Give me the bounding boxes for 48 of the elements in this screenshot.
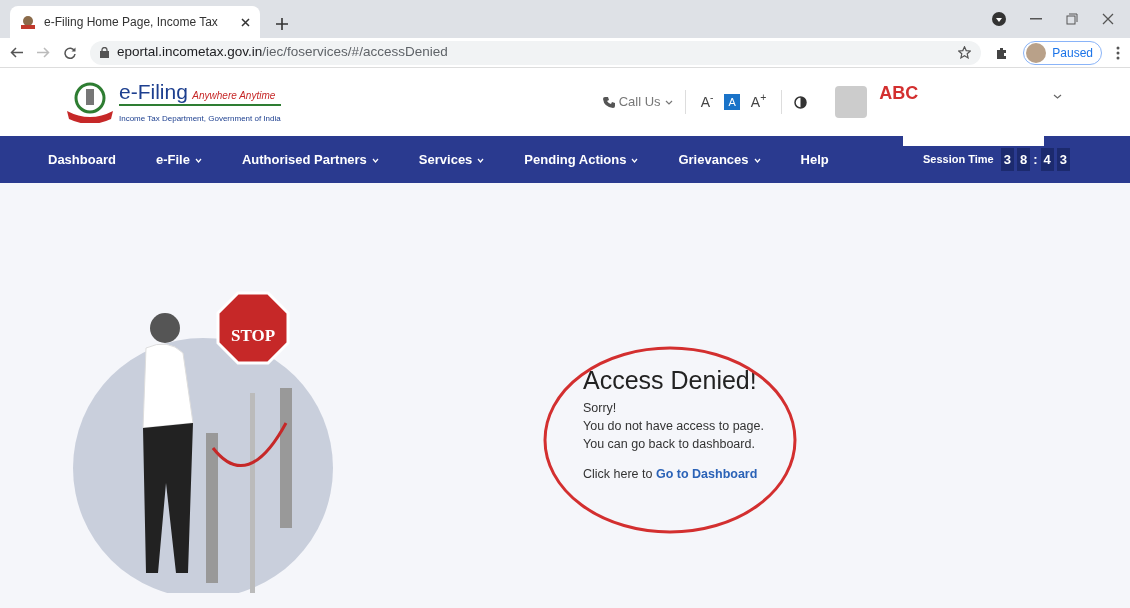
nav-menu-item[interactable]: e-File [155,149,202,170]
emblem-logo-icon [65,81,115,123]
dashboard-prompt: Click here to [583,467,653,481]
timer-digit: 3 [1056,147,1070,172]
session-time-label: Session Time [923,152,994,168]
favicon-icon [20,15,36,29]
minimize-icon[interactable] [1030,18,1042,20]
close-icon[interactable] [1102,13,1114,25]
go-to-dashboard-link[interactable]: Go to Dashboard [655,467,758,481]
chevron-down-icon[interactable] [1053,94,1062,99]
logo-subtitle: Income Tax Department, Government of India [119,113,281,123]
logo-title: e-Filing [119,79,188,103]
nav-menu-item[interactable]: Authorised Partners [241,149,379,170]
new-tab-icon[interactable] [276,18,288,30]
timer-digit: 8 [1016,147,1031,172]
timer-digit: 3 [1000,147,1014,172]
avatar-icon [1026,42,1047,63]
profile-status: Paused [1052,44,1093,62]
reload-icon[interactable] [64,46,76,59]
restore-icon[interactable] [1066,13,1078,25]
url-text: eportal.incometax.gov.in/iec/foservices/#/accessDenied [117,43,448,62]
font-size-button[interactable]: A$^{+}$ [747,91,770,113]
message-line: You can go back to dashboard. [583,436,756,453]
logo-tagline: Anywhere Anytime [192,89,276,101]
timer-digit: 4 [1040,147,1054,172]
nav-menu-item[interactable]: Help [800,149,829,170]
font-size-button[interactable]: A$^{-}$ [697,91,717,113]
message-line: You do not have access to page. [583,418,764,435]
close-icon[interactable] [241,17,250,27]
contrast-icon[interactable] [794,95,808,109]
phone-icon [602,96,615,108]
message-line: Sorry! [583,400,618,417]
font-size-button[interactable]: A [724,93,740,111]
back-icon[interactable] [10,47,23,58]
nav-menu-item[interactable]: Dashboard [48,149,116,170]
user-name[interactable]: ABC [879,80,919,107]
nav-menu-item[interactable]: Services [418,149,485,170]
address-bar[interactable]: eportal.incometax.gov.in/iec/foservices/#/accessDenied [90,40,982,65]
user-avatar [835,86,868,118]
chevron-down-icon [664,99,673,105]
page-heading: Access Denied! [583,371,758,389]
lock-icon [100,47,109,58]
timer-separator: : [1033,150,1038,169]
nav-menu-item[interactable]: Grievances [678,149,761,170]
nav-menu-item[interactable]: Pending Actions [524,149,639,170]
star-icon[interactable] [958,46,972,59]
menu-icon[interactable] [1116,45,1120,60]
call-us-button[interactable]: Call Us [602,92,673,112]
